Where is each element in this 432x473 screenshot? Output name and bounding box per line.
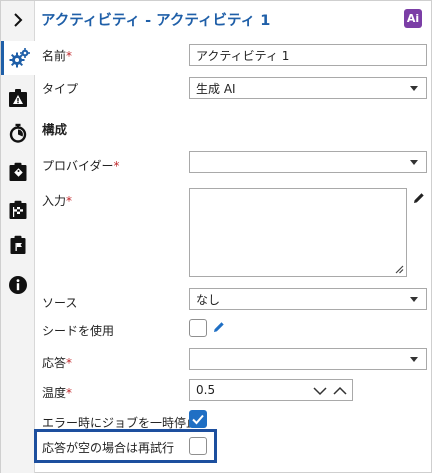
- response-select[interactable]: [189, 348, 427, 370]
- section-title: 構成: [42, 122, 68, 137]
- sidebar-item-warning[interactable]: [1, 81, 35, 115]
- chevron-down-icon: [410, 357, 418, 362]
- type-label: タイプ: [42, 82, 79, 96]
- response-label: 応答*: [42, 356, 73, 370]
- sidebar-item-settings[interactable]: [1, 41, 36, 75]
- expand-button[interactable]: [1, 3, 35, 37]
- use-seed-checkbox[interactable]: [189, 319, 207, 337]
- retry-if-empty-label: 応答が空の場合は再試行: [42, 441, 175, 455]
- checkered-flag-icon: [9, 200, 27, 219]
- use-seed-label: シードを使用: [42, 324, 115, 338]
- activity-panel: アクティビティ - アクティビティ 1 Ai 名前* アクティビティ 1 タイプ…: [0, 0, 432, 473]
- retry-if-empty-checkbox[interactable]: [189, 437, 207, 455]
- provider-label: プロバイダー*: [42, 159, 120, 173]
- edit-seed-pencil-icon[interactable]: [213, 321, 225, 333]
- resize-handle-icon[interactable]: [395, 265, 404, 274]
- chevron-up-icon[interactable]: [332, 384, 348, 398]
- chevron-right-icon: [14, 13, 23, 27]
- sidebar-item-tag[interactable]: [1, 155, 35, 189]
- name-input[interactable]: アクティビティ 1: [189, 44, 427, 66]
- name-label: 名前*: [42, 49, 73, 63]
- sidebar-item-assignment[interactable]: [1, 228, 35, 262]
- check-icon: [192, 414, 204, 425]
- tag-clipboard-icon: [9, 162, 27, 181]
- chevron-down-icon: [410, 160, 418, 165]
- panel-header: アクティビティ - アクティビティ 1 Ai: [35, 1, 432, 37]
- chevron-down-icon: [410, 297, 418, 302]
- temperature-value: 0.5: [196, 383, 216, 397]
- gears-icon: [9, 48, 30, 68]
- source-select[interactable]: なし: [189, 288, 427, 310]
- temperature-label: 温度*: [42, 386, 73, 400]
- sidebar-item-info[interactable]: [1, 268, 35, 302]
- temperature-stepper[interactable]: 0.5: [189, 379, 353, 401]
- chevron-down-icon[interactable]: [312, 384, 328, 398]
- input-textarea[interactable]: [189, 188, 407, 277]
- provider-select[interactable]: [189, 151, 427, 173]
- sidebar-item-timer[interactable]: [1, 116, 35, 150]
- sidebar-item-flag[interactable]: [1, 193, 35, 227]
- info-icon: [9, 276, 27, 294]
- input-label: 入力*: [42, 194, 73, 208]
- pause-on-error-checkbox[interactable]: [189, 410, 207, 428]
- page-title: アクティビティ - アクティビティ 1: [41, 12, 271, 29]
- source-select-value: なし: [196, 292, 221, 307]
- source-label: ソース: [42, 296, 78, 310]
- clipboard-flag-icon: [10, 235, 26, 254]
- chevron-down-icon: [410, 86, 418, 91]
- ai-badge-icon: Ai: [404, 9, 422, 28]
- edit-input-pencil-icon[interactable]: [413, 192, 425, 204]
- warning-icon: [9, 89, 27, 107]
- type-select[interactable]: 生成 AI: [189, 77, 427, 99]
- type-select-value: 生成 AI: [196, 81, 236, 96]
- stopwatch-icon: [9, 123, 27, 143]
- sidebar: [1, 1, 36, 473]
